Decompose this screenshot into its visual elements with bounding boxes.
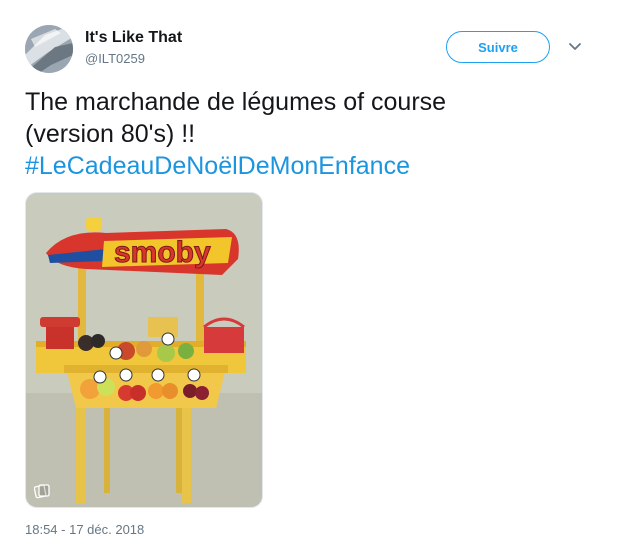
hashtag-link[interactable]: #LeCadeauDeNoëlDeMonEnfance <box>25 150 605 182</box>
follow-button[interactable]: Suivre <box>446 31 550 63</box>
tweet-media[interactable]: smoby <box>25 192 263 508</box>
tweet-text: The marchande de légumes of course (vers… <box>25 86 605 182</box>
tweet-timestamp[interactable]: 18:54 - 17 déc. 2018 <box>25 522 144 537</box>
gif-icon <box>34 484 50 499</box>
avatar-image <box>25 25 73 73</box>
user-handle[interactable]: @ILT0259 <box>85 51 145 66</box>
image-logo-text: smoby <box>114 236 211 269</box>
display-name[interactable]: It's Like That <box>85 29 182 47</box>
tweet-line-1: The marchande de légumes of course <box>25 88 447 116</box>
chevron-down-icon[interactable] <box>568 42 582 52</box>
tweet-line-2: (version 80's) !! <box>25 120 196 148</box>
avatar[interactable] <box>25 25 73 73</box>
toy-market-stall-photo: smoby <box>26 193 262 507</box>
